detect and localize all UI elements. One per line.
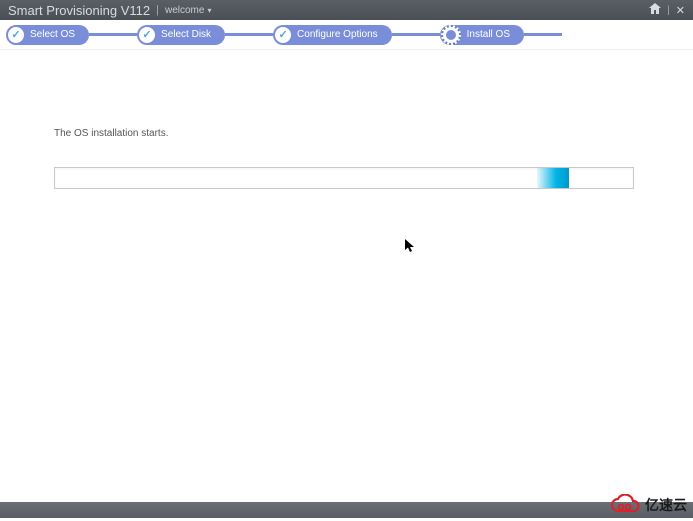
step-configure-options[interactable]: ✓ Configure Options: [273, 25, 392, 45]
step-label: Configure Options: [297, 29, 378, 40]
chevron-down-icon: ▾: [207, 6, 211, 15]
wizard-stepper: ✓ Select OS ✓ Select Disk ✓ Configure Op…: [0, 20, 693, 50]
title-bar: Smart Provisioning V112 | welcome ▾ | ✕: [0, 0, 693, 20]
progress-bar: [54, 167, 634, 189]
watermark: 亿速云: [611, 494, 687, 516]
step-select-disk[interactable]: ✓ Select Disk: [137, 25, 225, 45]
step-connector: [225, 33, 273, 36]
watermark-text: 亿速云: [645, 495, 687, 515]
main-content: The OS installation starts.: [0, 50, 693, 189]
cursor-icon: [405, 239, 415, 256]
progress-indicator: [537, 168, 569, 188]
installation-status-text: The OS installation starts.: [54, 128, 639, 139]
header-controls: | ✕: [649, 3, 685, 17]
title-divider: |: [156, 4, 159, 16]
welcome-label: welcome: [165, 5, 204, 16]
step-label: Select Disk: [161, 29, 211, 40]
step-connector: [89, 33, 137, 36]
welcome-dropdown[interactable]: welcome ▾: [165, 5, 211, 16]
home-icon[interactable]: [649, 3, 661, 17]
step-install-os[interactable]: Install OS: [440, 25, 524, 45]
spinner-icon: [441, 25, 461, 45]
step-select-os[interactable]: ✓ Select OS: [6, 25, 89, 45]
check-icon: ✓: [139, 27, 155, 43]
app-title: Smart Provisioning V112: [8, 3, 150, 18]
step-connector: [392, 33, 440, 36]
check-icon: ✓: [8, 27, 24, 43]
step-connector: [524, 33, 562, 36]
watermark-logo-icon: [611, 494, 641, 516]
footer-bar: [0, 502, 693, 518]
close-icon[interactable]: ✕: [676, 4, 685, 17]
check-icon: ✓: [275, 27, 291, 43]
step-label: Install OS: [467, 29, 510, 40]
step-label: Select OS: [30, 29, 75, 40]
header-separator: |: [667, 5, 670, 16]
